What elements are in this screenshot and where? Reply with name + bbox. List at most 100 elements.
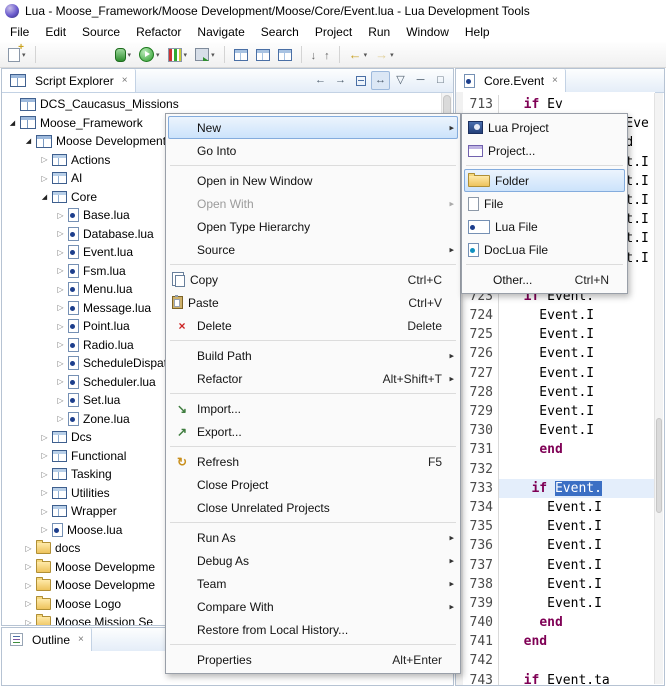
code-line-730[interactable]: 730 Event.I — [463, 421, 655, 440]
menu-item-open-in-new-window[interactable]: Open in New Window — [168, 169, 458, 192]
menu-item-export[interactable]: ↗Export... — [168, 420, 458, 443]
menu-item-debug-as[interactable]: Debug As▸ — [168, 549, 458, 572]
code-line-724[interactable]: 724 Event.I — [463, 306, 655, 325]
expand-twistie-icon[interactable]: ▷ — [54, 414, 67, 423]
expand-twistie-icon[interactable]: ▷ — [22, 599, 35, 608]
menu-item-run-as[interactable]: Run As▸ — [168, 526, 458, 549]
menu-item-delete[interactable]: ×DeleteDelete — [168, 314, 458, 337]
menu-item-copy[interactable]: CopyCtrl+C — [168, 268, 458, 291]
editor-tab-core-event[interactable]: Core.Event × — [456, 69, 566, 92]
expand-twistie-icon[interactable]: ▷ — [54, 377, 67, 386]
forward-button[interactable]: → — [331, 71, 350, 90]
collapse-twistie-icon[interactable]: ◢ — [38, 193, 51, 201]
code-line-734[interactable]: 734 Event.I — [463, 498, 655, 517]
code-line-735[interactable]: 735 Event.I — [463, 517, 655, 536]
close-icon[interactable]: × — [122, 75, 128, 86]
toolbar-button-back[interactable]: ▾ — [346, 44, 371, 66]
collapse-all-button[interactable] — [351, 71, 370, 90]
code-line-738[interactable]: 738 Event.I — [463, 575, 655, 594]
menubar-item-help[interactable]: Help — [457, 23, 498, 41]
code-line-743[interactable]: 743 if Event.ta — [463, 671, 655, 685]
expand-twistie-icon[interactable]: ▷ — [54, 266, 67, 275]
code-line-726[interactable]: 726 Event.I — [463, 344, 655, 363]
submenu-item-doclua-file[interactable]: DocLua File — [464, 238, 625, 261]
expand-twistie-icon[interactable]: ▷ — [38, 433, 51, 442]
code-line-731[interactable]: 731 end — [463, 440, 655, 459]
toolbar-button-table-view-2[interactable] — [253, 44, 273, 66]
script-explorer-tab[interactable]: Script Explorer × — [2, 69, 136, 92]
menubar-item-source[interactable]: Source — [74, 23, 128, 41]
toolbar-button-new-wizard[interactable]: ▾ — [5, 44, 29, 66]
menubar-item-file[interactable]: File — [2, 23, 37, 41]
expand-twistie-icon[interactable]: ▷ — [54, 340, 67, 349]
minimize-button[interactable]: ─ — [411, 71, 430, 90]
expand-twistie-icon[interactable]: ▷ — [54, 211, 67, 220]
toolbar-button-debug[interactable]: ▾ — [112, 44, 135, 66]
menu-item-restore-from-local-history[interactable]: Restore from Local History... — [168, 618, 458, 641]
menu-item-compare-with[interactable]: Compare With▸ — [168, 595, 458, 618]
code-line-741[interactable]: 741 end — [463, 632, 655, 651]
menu-item-build-path[interactable]: Build Path▸ — [168, 344, 458, 367]
toolbar-button-next-annotation[interactable] — [308, 44, 320, 66]
expand-twistie-icon[interactable]: ▷ — [22, 581, 35, 590]
code-line-727[interactable]: 727 Event.I — [463, 364, 655, 383]
collapse-twistie-icon[interactable]: ◢ — [6, 119, 19, 127]
toolbar-button-code-coverage[interactable]: ▾ — [165, 44, 191, 66]
menu-item-close-project[interactable]: Close Project — [168, 473, 458, 496]
close-icon[interactable]: × — [552, 75, 558, 86]
toolbar-button-external-tools[interactable]: ▾ — [192, 44, 218, 66]
menubar-item-project[interactable]: Project — [307, 23, 360, 41]
menubar-item-window[interactable]: Window — [398, 23, 457, 41]
menu-item-team[interactable]: Team▸ — [168, 572, 458, 595]
menu-item-open-with[interactable]: Open With▸ — [168, 192, 458, 215]
menu-item-properties[interactable]: PropertiesAlt+Enter — [168, 648, 458, 671]
menu-item-paste[interactable]: PasteCtrl+V — [168, 291, 458, 314]
expand-twistie-icon[interactable]: ▷ — [38, 488, 51, 497]
menubar-item-edit[interactable]: Edit — [37, 23, 74, 41]
menubar-item-refactor[interactable]: Refactor — [128, 23, 189, 41]
menu-item-open-type-hierarchy[interactable]: Open Type Hierarchy — [168, 215, 458, 238]
toolbar-button-forward[interactable]: ▾ — [372, 44, 397, 66]
expand-twistie-icon[interactable]: ▷ — [38, 470, 51, 479]
code-line-736[interactable]: 736 Event.I — [463, 536, 655, 555]
expand-twistie-icon[interactable]: ▷ — [54, 322, 67, 331]
expand-twistie-icon[interactable]: ▷ — [38, 174, 51, 183]
scrollbar-thumb[interactable] — [656, 418, 662, 513]
expand-twistie-icon[interactable]: ▷ — [54, 229, 67, 238]
expand-twistie-icon[interactable]: ▷ — [38, 155, 51, 164]
code-line-739[interactable]: 739 Event.I — [463, 594, 655, 613]
menu-item-go-into[interactable]: Go Into — [168, 139, 458, 162]
toolbar-button-run[interactable]: ▾ — [136, 44, 163, 66]
code-line-740[interactable]: 740 end — [463, 613, 655, 632]
code-line-725[interactable]: 725 Event.I — [463, 325, 655, 344]
submenu-item-file[interactable]: File — [464, 192, 625, 215]
code-line-729[interactable]: 729 Event.I — [463, 402, 655, 421]
submenu-item-folder[interactable]: Folder — [464, 169, 625, 192]
toolbar-button-table-view-3[interactable] — [275, 44, 295, 66]
expand-twistie-icon[interactable]: ▷ — [54, 359, 67, 368]
toolbar-button-table-view-1[interactable] — [231, 44, 251, 66]
expand-twistie-icon[interactable]: ▷ — [54, 396, 67, 405]
view-menu-button[interactable]: ▽ — [391, 71, 410, 90]
close-icon[interactable]: × — [78, 634, 84, 645]
expand-twistie-icon[interactable]: ▷ — [22, 618, 35, 625]
menubar-item-run[interactable]: Run — [360, 23, 398, 41]
menu-item-refactor[interactable]: RefactorAlt+Shift+T▸ — [168, 367, 458, 390]
menu-item-import[interactable]: ↘Import... — [168, 397, 458, 420]
menubar-item-search[interactable]: Search — [253, 23, 307, 41]
toolbar-button-prev-annotation[interactable] — [321, 44, 333, 66]
submenu-item-lua-file[interactable]: Lua File — [464, 215, 625, 238]
expand-twistie-icon[interactable]: ▷ — [38, 525, 51, 534]
editor-scrollbar[interactable] — [654, 93, 663, 684]
code-line-732[interactable]: 732 — [463, 460, 655, 479]
code-line-737[interactable]: 737 Event.I — [463, 556, 655, 575]
code-line-728[interactable]: 728 Event.I — [463, 383, 655, 402]
expand-twistie-icon[interactable]: ▷ — [22, 544, 35, 553]
maximize-button[interactable]: □ — [431, 71, 450, 90]
code-line-733[interactable]: 733 if Event. — [463, 479, 655, 498]
submenu-item-project[interactable]: Project... — [464, 139, 625, 162]
submenu-item-lua-project[interactable]: Lua Project — [464, 116, 625, 139]
link-with-editor-button[interactable]: ↔ — [371, 71, 390, 90]
outline-tab[interactable]: Outline × — [2, 628, 92, 651]
back-button[interactable]: ← — [311, 71, 330, 90]
